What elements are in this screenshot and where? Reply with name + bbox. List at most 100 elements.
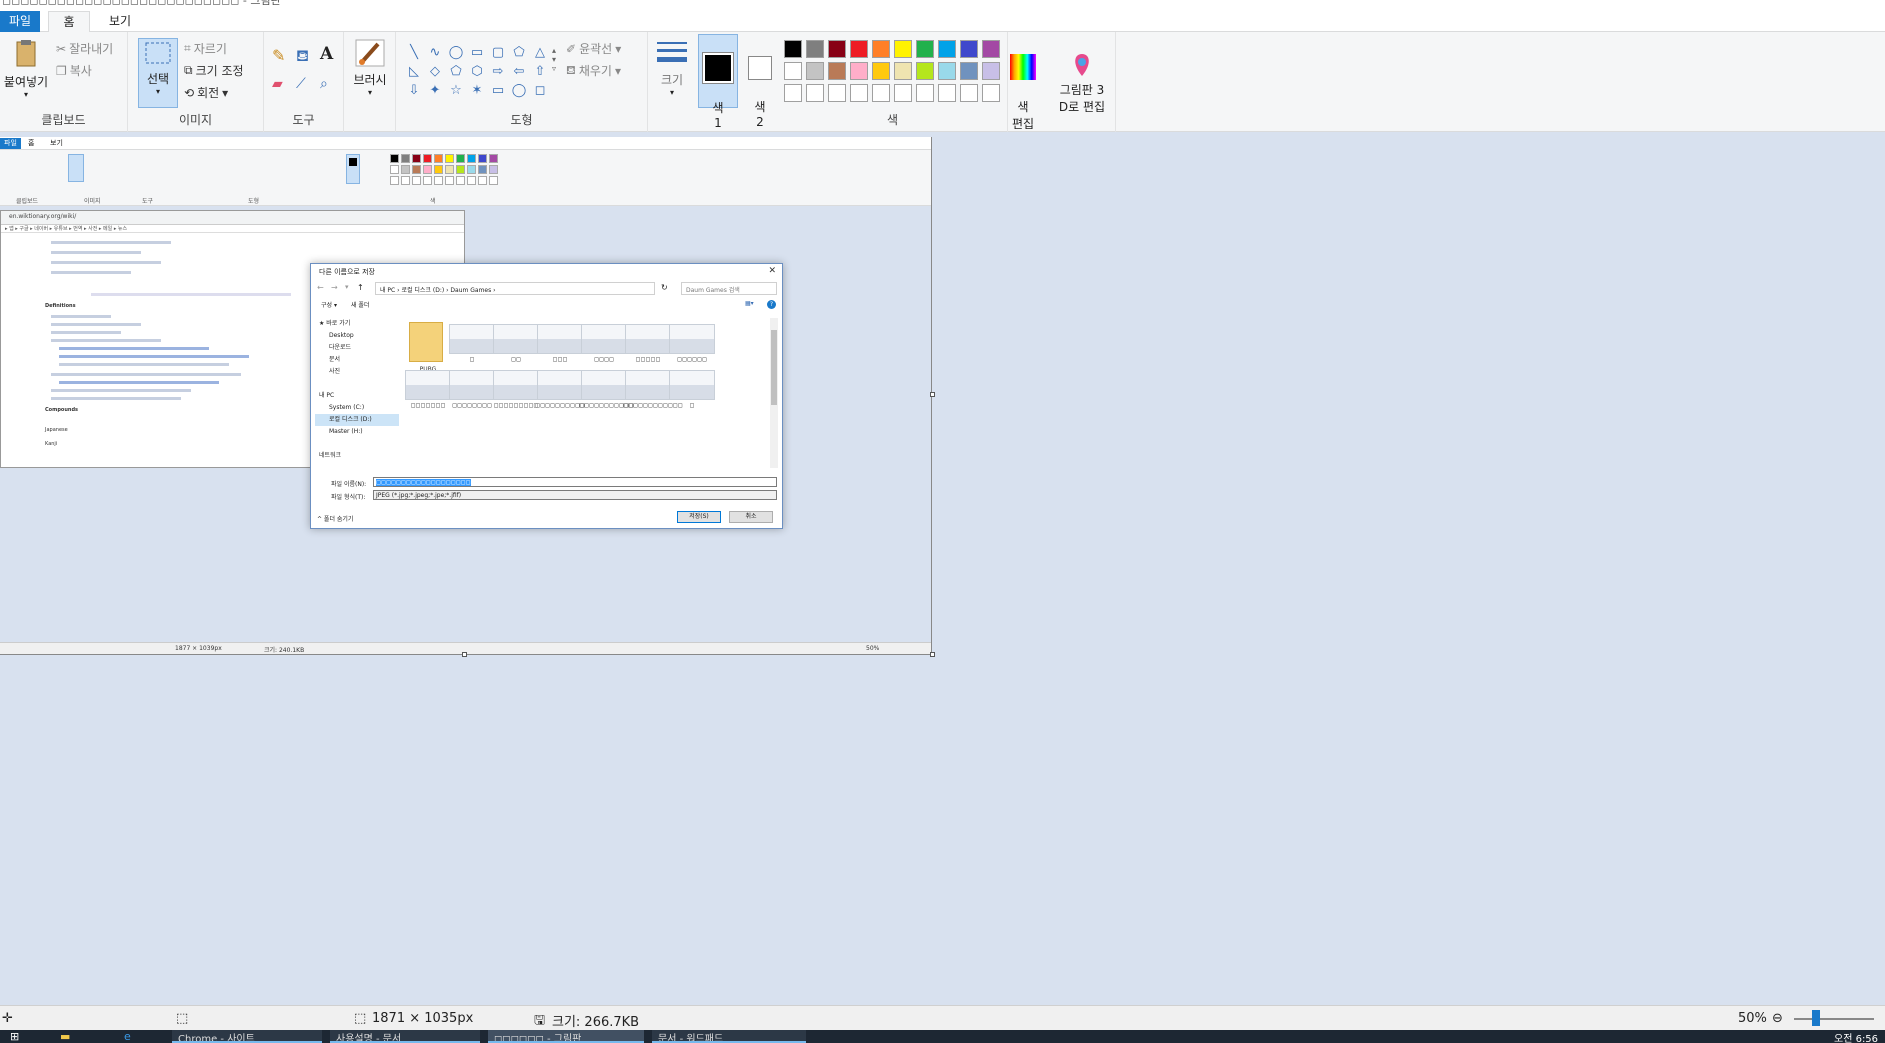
- color-swatch[interactable]: [784, 84, 802, 102]
- shape-option[interactable]: ◯: [509, 82, 529, 100]
- filename-input[interactable]: ◻◻◻◻◻◻◻◻◻◻◻◻◻◻◻◻◻◻◻: [373, 477, 777, 487]
- magnifier-tool[interactable]: ⌕: [320, 76, 328, 92]
- color-swatch[interactable]: [784, 62, 802, 80]
- gallery-scroll-icon[interactable]: ▴ ▾ ▿: [552, 46, 556, 73]
- color-swatch[interactable]: [828, 40, 846, 58]
- shape-option[interactable]: ☆: [446, 82, 466, 100]
- file-thumbnail[interactable]: [625, 370, 671, 400]
- close-icon[interactable]: ✕: [768, 266, 776, 276]
- tab-file[interactable]: 파일: [0, 11, 40, 32]
- fill-button[interactable]: ⛾ 채우기 ▾: [566, 62, 621, 79]
- shape-option[interactable]: ╲: [404, 44, 424, 62]
- filetype-select[interactable]: JPEG (*.jpg;*.jpeg;*.jpe;*.jfif): [373, 490, 777, 500]
- eraser-tool[interactable]: ▰: [272, 76, 283, 92]
- color-swatch[interactable]: [916, 84, 934, 102]
- color-swatch[interactable]: [894, 84, 912, 102]
- edit-colors-button[interactable]: 색 편집: [1006, 40, 1040, 146]
- shape-option[interactable]: ▭: [467, 44, 487, 62]
- resize-handle-right[interactable]: [930, 392, 935, 397]
- up-icon[interactable]: ↑: [357, 283, 364, 292]
- shape-option[interactable]: △: [530, 44, 550, 62]
- nav-item[interactable]: System (C:): [315, 402, 399, 414]
- color-swatch[interactable]: [960, 40, 978, 58]
- color-swatch[interactable]: [828, 62, 846, 80]
- shape-gallery[interactable]: ╲ ∿ ◯ ▭ ▢ ⬠ △ ◺ ◇ ⬠ ⬡ ⇨ ⇦ ⇧ ⇩ ✦ ☆ ✶ ▭ ◯ ◻: [404, 44, 554, 100]
- cancel-button[interactable]: 취소: [729, 511, 773, 523]
- shape-option[interactable]: ✦: [425, 82, 445, 100]
- color-picker-tool[interactable]: ⟋: [296, 76, 306, 92]
- color-swatch[interactable]: [960, 62, 978, 80]
- shape-option[interactable]: ◻: [530, 82, 550, 100]
- shape-option[interactable]: ▭: [488, 82, 508, 100]
- file-thumbnail[interactable]: [405, 370, 451, 400]
- nav-item[interactable]: Master (H:): [315, 426, 399, 438]
- windows-start-icon[interactable]: ⊞: [10, 1030, 19, 1043]
- pencil-tool[interactable]: ✎: [272, 46, 285, 65]
- taskbar-item[interactable]: 문서 - 워드패드: [652, 1030, 806, 1043]
- tab-home[interactable]: 홈: [48, 11, 90, 32]
- brush-button[interactable]: 브러시 ▾: [348, 38, 392, 97]
- color-swatch[interactable]: [850, 40, 868, 58]
- size-button[interactable]: 크기 ▾: [652, 38, 692, 97]
- shape-option[interactable]: ⬡: [467, 63, 487, 81]
- file-thumbnail[interactable]: [537, 370, 583, 400]
- nav-item[interactable]: Desktop: [315, 330, 399, 342]
- file-thumbnail[interactable]: [449, 324, 495, 354]
- forward-icon[interactable]: →: [331, 283, 338, 292]
- color-swatch[interactable]: [850, 62, 868, 80]
- color2-button[interactable]: 색 2: [742, 34, 778, 129]
- fill-tool[interactable]: ⛾: [296, 46, 309, 67]
- color-swatch[interactable]: [894, 40, 912, 58]
- nav-item[interactable]: 다운로드: [315, 342, 399, 354]
- shape-option[interactable]: ◯: [446, 44, 466, 62]
- zoom-out-icon[interactable]: ⊖: [1772, 1011, 1783, 1026]
- taskbar-item[interactable]: 사용설명 - 문서: [330, 1030, 480, 1043]
- paste-button[interactable]: 붙여넣기 ▾: [2, 38, 50, 99]
- color-swatch[interactable]: [872, 84, 890, 102]
- color-swatch[interactable]: [784, 40, 802, 58]
- file-thumbnail[interactable]: [581, 370, 627, 400]
- file-thumbnail[interactable]: [581, 324, 627, 354]
- file-thumbnail[interactable]: [493, 370, 539, 400]
- crop-button[interactable]: ⌗ 자르기: [184, 40, 227, 57]
- cut-button[interactable]: ✂ 잘라내기: [56, 40, 113, 57]
- color-swatch[interactable]: [938, 40, 956, 58]
- nav-item[interactable]: 사진: [315, 366, 399, 378]
- resize-button[interactable]: ⧉ 크기 조정: [184, 62, 244, 79]
- ie-icon[interactable]: e: [124, 1030, 131, 1043]
- color-swatch[interactable]: [872, 62, 890, 80]
- color-swatch[interactable]: [916, 40, 934, 58]
- resize-handle-corner[interactable]: [930, 652, 935, 657]
- folder-icon[interactable]: [409, 322, 443, 362]
- taskbar-item[interactable]: Chrome - 사이트: [172, 1030, 322, 1043]
- shape-option[interactable]: ✶: [467, 82, 487, 100]
- shape-option[interactable]: ◺: [404, 63, 424, 81]
- copy-button[interactable]: ❐ 복사: [56, 62, 92, 79]
- back-icon[interactable]: ←: [317, 283, 324, 292]
- breadcrumb[interactable]: 내 PC › 로컬 디스크 (D:) › Daum Games ›: [375, 282, 655, 295]
- text-tool[interactable]: A: [320, 44, 333, 64]
- nav-item[interactable]: 문서: [315, 354, 399, 366]
- color-swatch[interactable]: [872, 40, 890, 58]
- new-folder-button[interactable]: 새 폴더: [351, 300, 369, 309]
- color-swatch[interactable]: [938, 84, 956, 102]
- color-swatch[interactable]: [982, 62, 1000, 80]
- rotate-button[interactable]: ⟲ 회전 ▾: [184, 84, 228, 101]
- save-button[interactable]: 저장(S): [677, 511, 721, 523]
- color-swatch[interactable]: [828, 84, 846, 102]
- help-icon[interactable]: ?: [767, 300, 776, 309]
- outline-button[interactable]: ✐ 윤곽선 ▾: [566, 40, 621, 57]
- color-swatch[interactable]: [894, 62, 912, 80]
- color-swatch[interactable]: [806, 84, 824, 102]
- nav-item[interactable]: 로컬 디스크 (D:): [315, 414, 399, 426]
- resize-handle-bottom[interactable]: [462, 652, 467, 657]
- file-list-scrollbar[interactable]: [770, 318, 778, 468]
- shape-option[interactable]: ⇧: [530, 63, 550, 81]
- file-thumbnail[interactable]: [537, 324, 583, 354]
- shape-option[interactable]: ◇: [425, 63, 445, 81]
- color1-button[interactable]: 색 1: [698, 34, 738, 130]
- color-palette[interactable]: [784, 40, 1000, 102]
- zoom-slider-thumb[interactable]: [1812, 1010, 1820, 1026]
- taskbar-item[interactable]: ◻◻◻◻◻◻ - 그림판: [488, 1030, 644, 1043]
- file-thumbnail[interactable]: [669, 324, 715, 354]
